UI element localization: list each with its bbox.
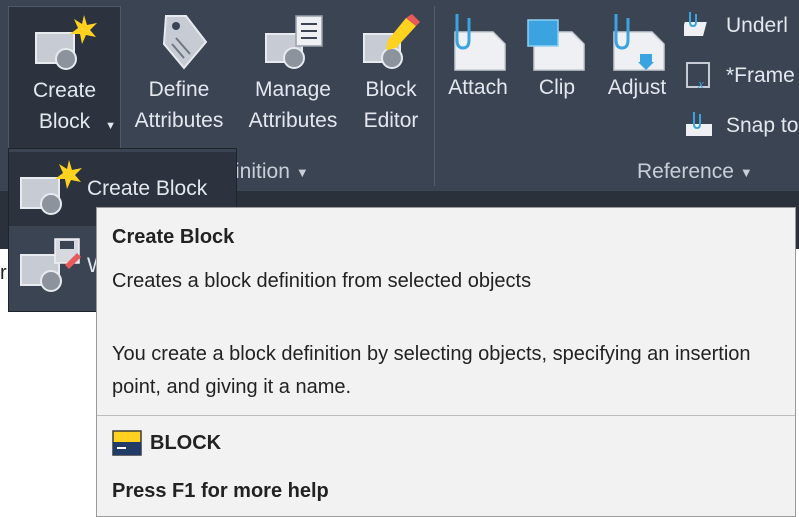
chevron-down-icon: ▼ <box>295 164 309 180</box>
frame-button[interactable]: x *Frame <box>684 60 795 92</box>
frame-label: *Frame <box>726 64 795 87</box>
flyout-item-label: Create Block <box>87 177 208 200</box>
tooltip-detail: You create a block definition by selecti… <box>112 343 751 398</box>
create-block-button[interactable]: Create Block ▼ <box>8 6 121 149</box>
attach-button[interactable]: Attach <box>440 6 516 118</box>
tooltip-divider <box>97 415 795 416</box>
tooltip-title: Create Block <box>112 226 235 248</box>
clip-button[interactable]: Clip <box>522 6 592 118</box>
panel-separator <box>434 6 435 186</box>
snap-icon <box>686 112 712 136</box>
create-block-icon <box>34 15 97 70</box>
tooltip-command: BLOCK <box>112 430 221 456</box>
underlay-label: Underl <box>726 14 788 37</box>
svg-text:x: x <box>697 76 704 91</box>
define-attributes-label: Define Attributes <box>134 78 224 132</box>
clip-icon <box>527 19 585 71</box>
attach-label: Attach <box>448 76 508 99</box>
tooltip-command-name: BLOCK <box>150 431 222 454</box>
command-window-icon <box>112 430 142 456</box>
define-attributes-button[interactable]: Define Attributes <box>124 6 234 149</box>
create-block-label: Create Block <box>32 79 97 133</box>
chevron-down-icon: ▼ <box>739 164 753 180</box>
underlay-icon <box>684 12 707 36</box>
adjust-label: Adjust <box>607 76 667 99</box>
tooltip-help-hint: Press F1 for more help <box>112 480 329 502</box>
clip-label: Clip <box>538 76 576 99</box>
manage-attributes-label: Manage Attributes <box>248 78 338 132</box>
block-definition-panel-title[interactable]: inition ▼ <box>235 160 309 184</box>
create-block-dropdown-caret[interactable]: ▼ <box>105 111 116 142</box>
create-block-icon <box>20 160 82 215</box>
tag-icon <box>162 15 208 70</box>
reference-panel-label: Reference <box>637 160 734 183</box>
snap-label: Snap to <box>726 114 799 137</box>
create-block-tooltip: Create Block Creates a block definition … <box>96 207 796 517</box>
paperclip-document-icon <box>454 14 506 71</box>
reference-panel-title[interactable]: Reference ▼ <box>637 160 753 184</box>
manage-attributes-icon <box>265 15 323 69</box>
frame-icon: x <box>686 62 710 91</box>
block-editor-icon <box>363 14 420 69</box>
block-editor-button[interactable]: Block Editor <box>352 6 430 149</box>
partial-text-fragment: r <box>0 262 7 284</box>
block-definition-panel-label: inition <box>235 160 290 183</box>
adjust-icon <box>613 14 665 71</box>
underlay-button[interactable]: Underl <box>684 10 788 42</box>
write-block-icon <box>20 238 81 292</box>
block-editor-label: Block Editor <box>363 78 419 132</box>
adjust-button[interactable]: Adjust <box>598 6 676 118</box>
tooltip-description: Creates a block definition from selected… <box>112 270 532 292</box>
manage-attributes-button[interactable]: Manage Attributes <box>238 6 348 149</box>
snap-button[interactable]: Snap to <box>684 110 798 142</box>
